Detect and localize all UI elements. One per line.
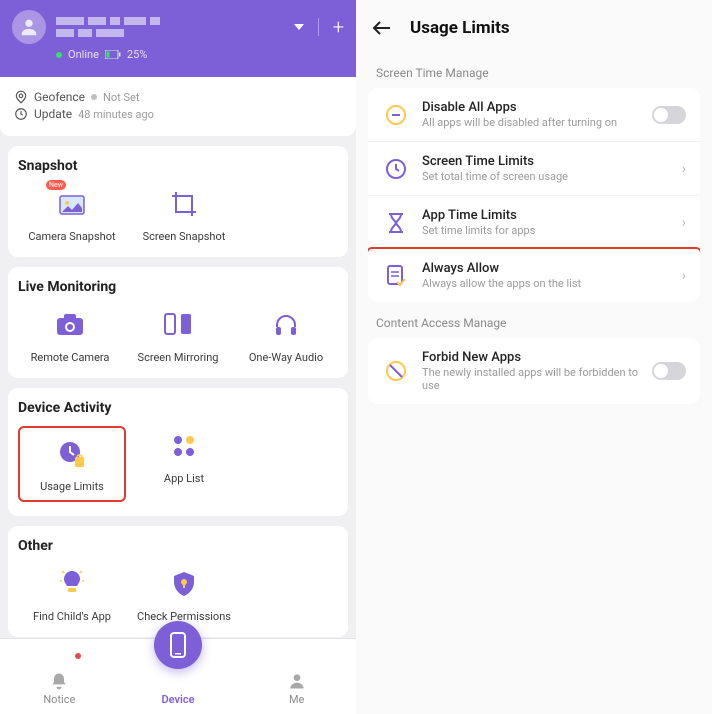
item-screen-time-limits[interactable]: Screen Time Limits Set total time of scr…	[368, 141, 700, 195]
usage-limits-icon	[57, 439, 87, 469]
profile-dropdown-icon[interactable]	[294, 24, 304, 30]
tile-find-childs-app[interactable]: Find Child's App	[18, 564, 126, 623]
item-title: App Time Limits	[422, 208, 670, 223]
chevron-right-icon: ›	[682, 268, 686, 284]
geofence-icon	[14, 90, 28, 104]
tile-label: App List	[164, 472, 204, 485]
chevron-right-icon: ›	[682, 161, 686, 177]
tile-remote-camera[interactable]: Remote Camera	[18, 305, 122, 364]
bell-icon	[49, 671, 69, 691]
page-title: Usage Limits	[410, 18, 510, 38]
picture-icon	[56, 190, 88, 218]
item-title: Screen Time Limits	[422, 154, 670, 169]
toggle-forbid-new-apps[interactable]	[652, 362, 686, 380]
item-desc: Set time limits for apps	[422, 224, 670, 237]
section-title: Snapshot	[18, 158, 338, 174]
notification-dot-icon	[75, 653, 81, 659]
profile-name-redacted	[56, 17, 160, 37]
section-label: Content Access Manage	[356, 302, 712, 338]
item-desc: The newly installed apps will be forbidd…	[422, 366, 640, 392]
tile-label: One-Way Audio	[249, 351, 323, 364]
headphones-icon	[273, 312, 299, 338]
nav-me[interactable]: Me	[237, 639, 356, 714]
clock-icon	[14, 107, 28, 121]
content-access-card: Forbid New Apps The newly installed apps…	[368, 338, 700, 404]
snapshot-section: Snapshot New Camera Snapshot Screen Snap…	[8, 146, 348, 257]
tile-one-way-audio[interactable]: One-Way Audio	[234, 305, 338, 364]
section-title: Device Activity	[18, 400, 338, 416]
crop-icon	[170, 190, 198, 218]
new-badge: New	[46, 180, 66, 190]
online-dot-icon	[56, 52, 62, 58]
chevron-right-icon: ›	[682, 215, 686, 231]
section-label: Screen Time Manage	[356, 52, 712, 88]
nav-label: Me	[289, 693, 304, 706]
nav-label: Notice	[43, 693, 75, 706]
item-title: Disable All Apps	[422, 100, 640, 115]
arrow-left-icon	[372, 20, 392, 36]
item-forbid-new-apps[interactable]: Forbid New Apps The newly installed apps…	[368, 338, 700, 404]
add-button[interactable]: +	[333, 15, 344, 39]
battery-icon	[105, 50, 121, 59]
main-screen: + Online 25% Geofence Not Set Update 48 …	[0, 0, 356, 714]
tile-usage-limits[interactable]: Usage Limits	[18, 426, 126, 501]
update-label: Update	[34, 107, 72, 121]
nav-notice[interactable]: Notice	[0, 639, 119, 714]
tile-label: Find Child's App	[33, 610, 111, 623]
tile-app-list[interactable]: App List	[130, 426, 238, 501]
person-icon	[287, 671, 307, 691]
geofence-label: Geofence	[34, 90, 85, 104]
geofence-value: Not Set	[103, 91, 139, 104]
item-disable-all-apps[interactable]: Disable All Apps All apps will be disabl…	[368, 88, 700, 141]
tile-screen-snapshot[interactable]: Screen Snapshot	[130, 184, 238, 243]
profile-header: + Online 25%	[0, 0, 356, 77]
tile-label: Screen Snapshot	[143, 230, 226, 243]
camera-icon	[55, 313, 85, 337]
item-always-allow[interactable]: Always Allow Always allow the apps on th…	[368, 247, 700, 302]
clock-icon	[384, 157, 408, 181]
battery-level: 25%	[127, 48, 147, 61]
item-desc: Set total time of screen usage	[422, 170, 670, 183]
tile-camera-snapshot[interactable]: New Camera Snapshot	[18, 184, 126, 243]
app-grid-icon	[171, 433, 197, 459]
avatar[interactable]	[12, 10, 46, 44]
back-button[interactable]	[372, 20, 392, 36]
page-header: Usage Limits	[356, 0, 712, 52]
section-title: Other	[18, 538, 338, 554]
item-app-time-limits[interactable]: App Time Limits Set time limits for apps…	[368, 195, 700, 249]
toggle-disable-all-apps[interactable]	[652, 106, 686, 124]
lightbulb-icon	[60, 569, 84, 599]
item-desc: All apps will be disabled after turning …	[422, 116, 640, 129]
live-monitoring-section: Live Monitoring Remote Camera Screen Mir…	[8, 267, 348, 378]
disable-icon	[384, 103, 408, 127]
nav-device[interactable]: Device	[119, 639, 238, 714]
hourglass-icon	[385, 211, 407, 235]
mirror-icon	[163, 312, 193, 338]
update-value: 48 minutes ago	[78, 108, 154, 121]
nav-label: Device	[161, 693, 194, 706]
tile-check-permissions[interactable]: Check Permissions	[130, 564, 238, 623]
checklist-icon	[385, 264, 407, 288]
usage-limits-screen: Usage Limits Screen Time Manage Disable …	[356, 0, 712, 714]
device-fab-icon	[154, 621, 202, 669]
bottom-nav: Notice Device Me	[0, 638, 356, 714]
tile-label: Usage Limits	[40, 480, 104, 493]
item-desc: Always allow the apps on the list	[422, 277, 670, 290]
tile-label: Remote Camera	[31, 351, 110, 364]
screen-time-card: Disable All Apps All apps will be disabl…	[368, 88, 700, 302]
tile-label: Camera Snapshot	[28, 230, 115, 243]
tile-label: Screen Mirroring	[138, 351, 219, 364]
item-title: Always Allow	[422, 261, 670, 276]
device-info-card: Geofence Not Set Update 48 minutes ago	[0, 77, 356, 136]
device-activity-section: Device Activity Usage Limits App List	[8, 388, 348, 515]
item-title: Forbid New Apps	[422, 350, 640, 365]
online-status: Online	[68, 48, 99, 61]
shield-icon	[172, 570, 196, 598]
forbid-icon	[384, 359, 408, 383]
section-title: Live Monitoring	[18, 279, 338, 295]
tile-screen-mirroring[interactable]: Screen Mirroring	[126, 305, 230, 364]
